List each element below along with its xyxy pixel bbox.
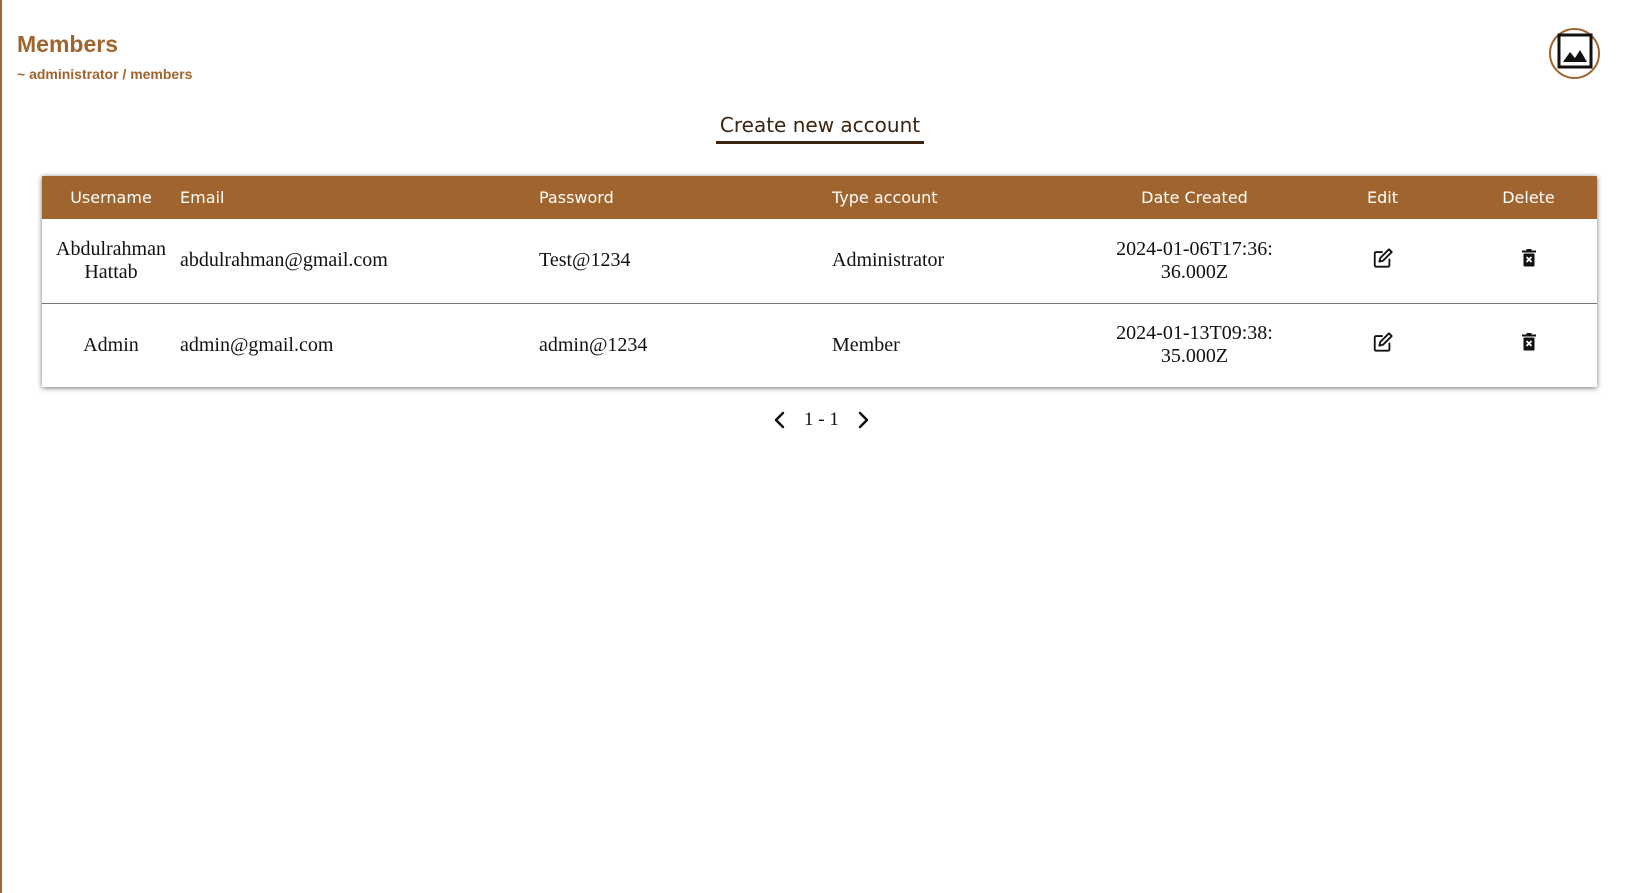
column-header-username: Username xyxy=(70,188,152,207)
column-header-password: Password xyxy=(539,188,614,207)
column-header-date: Date Created xyxy=(1141,188,1248,207)
page-title: Members xyxy=(17,31,118,57)
trash-icon[interactable] xyxy=(1521,333,1537,351)
pagination: 1 - 1 xyxy=(768,408,875,432)
create-account-button[interactable]: Create new account xyxy=(716,111,924,144)
table-header-row: Username Email Password Type account Dat… xyxy=(42,176,1597,219)
edit-cell xyxy=(1305,219,1460,303)
delete-cell xyxy=(1460,219,1597,303)
table-row: Abdulrahman Hattab abdulrahman@gmail.com… xyxy=(42,219,1597,303)
members-table: Username Email Password Type account Dat… xyxy=(42,176,1597,387)
trash-icon[interactable] xyxy=(1521,248,1537,267)
sidebar-edge xyxy=(0,0,2,893)
cell-password: Test@1234 xyxy=(539,249,631,272)
cell-date: 2024-01-06T17:36:36.000Z xyxy=(1116,237,1273,283)
column-header-delete: Delete xyxy=(1502,188,1555,207)
table-row: Admin admin@gmail.com admin@1234 Member … xyxy=(42,302,1597,387)
cell-email: abdulrahman@gmail.com xyxy=(180,249,388,272)
cell-password: admin@1234 xyxy=(539,302,832,387)
column-header-email: Email xyxy=(180,188,225,207)
cell-username: Abdulrahman Hattab xyxy=(56,237,166,283)
cell-type: Administrator xyxy=(832,249,945,272)
page-range: 1 - 1 xyxy=(804,409,839,430)
cell-email: admin@gmail.com xyxy=(180,302,539,387)
column-header-type: Type account xyxy=(832,188,938,207)
cell-type: Member xyxy=(832,302,1084,387)
chevron-right-icon[interactable] xyxy=(851,408,875,432)
chevron-left-icon[interactable] xyxy=(768,408,792,432)
cell-date: 2024-01-13T09:38:35.000Z xyxy=(1084,302,1305,387)
edit-icon[interactable] xyxy=(1372,247,1394,269)
edit-cell xyxy=(1305,302,1460,387)
image-placeholder-icon xyxy=(1557,33,1593,74)
avatar[interactable] xyxy=(1549,28,1600,79)
delete-cell xyxy=(1460,302,1597,387)
column-header-edit: Edit xyxy=(1367,188,1398,207)
breadcrumb: ~ administrator / members xyxy=(17,66,193,82)
cell-username: Admin xyxy=(42,302,180,387)
edit-icon[interactable] xyxy=(1372,331,1394,353)
